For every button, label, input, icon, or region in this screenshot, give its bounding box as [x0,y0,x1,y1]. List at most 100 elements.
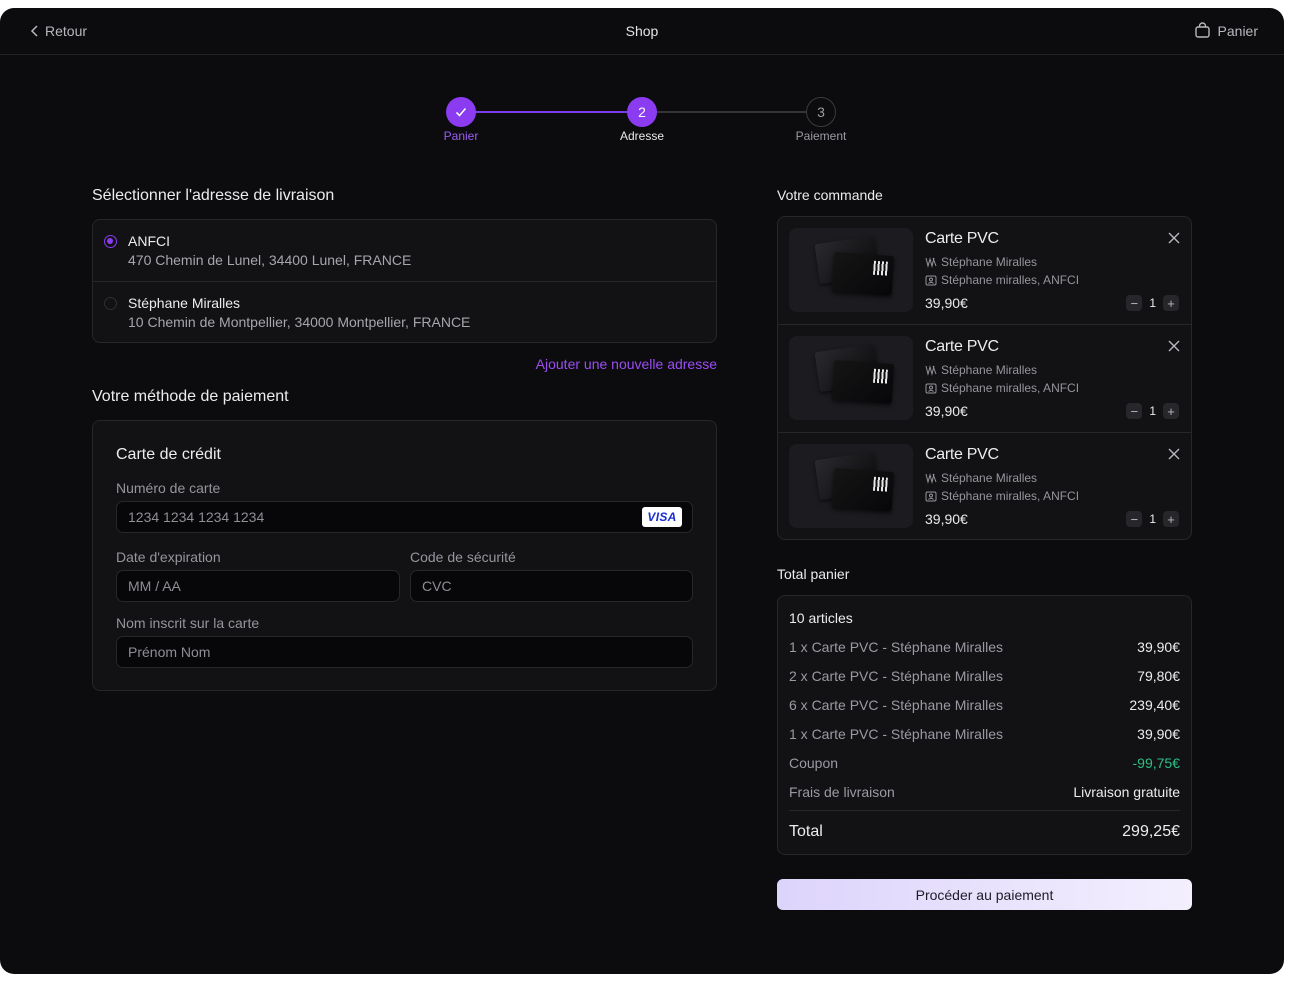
increase-quantity-button[interactable]: + [1163,403,1179,419]
card-number-input[interactable] [116,501,693,533]
grand-total-value: 299,25€ [1122,823,1180,840]
step-label: Panier [443,129,479,143]
item-company: Stéphane miralles, ANFCI [925,273,1079,287]
address-list: ANFCI 470 Chemin de Lunel, 34400 Lunel, … [92,219,717,343]
address-section-title: Sélectionner l'adresse de livraison [92,187,335,204]
cardholder-name-label: Nom inscrit sur la carte [116,615,260,631]
step-paiement[interactable]: 3 Paiement [761,97,881,143]
item-holder-name: Stéphane Miralles [941,471,1038,485]
qr-code-icon [872,368,888,384]
close-icon[interactable] [1167,447,1181,461]
order-item: Carte PVC Stéphane Miralles Stéphane mir… [778,433,1191,541]
total-line-value: 79,80€ [1137,668,1180,684]
grand-total-label: Total [789,823,823,840]
product-image [789,336,913,420]
item-company: Stéphane miralles, ANFCI [925,381,1079,395]
coupon-line: Coupon -99,75€ [789,755,1180,771]
step-number: 2 [627,97,657,127]
item-title: Carte PVC [925,446,999,463]
address-line: 10 Chemin de Montpellier, 34000 Montpell… [128,314,471,330]
card-number-label: Numéro de carte [116,480,221,496]
cvc-label: Code de sécurité [410,549,516,565]
decrease-quantity-button[interactable]: − [1126,295,1143,311]
qr-code-icon [872,476,888,492]
step-number: 3 [806,97,836,127]
item-holder: Stéphane Miralles [925,363,1037,377]
address-option[interactable]: ANFCI 470 Chemin de Lunel, 34400 Lunel, … [93,220,716,282]
cart-totals: 10 articles 1 x Carte PVC - Stéphane Mir… [777,595,1192,855]
item-price: 39,90€ [925,295,968,311]
totals-section-title: Total panier [777,566,850,582]
quantity-stepper: − 1 + [1126,403,1179,419]
checkout-stepper: Panier 2 Adresse 3 Paiement [400,97,884,157]
qr-code-icon [872,260,888,276]
item-holder-name: Stéphane Miralles [941,363,1038,377]
product-image [789,228,913,312]
cart-label: Panier [1217,22,1258,39]
card-form-title: Carte de crédit [116,446,221,463]
item-holder-name: Stéphane Miralles [941,255,1038,269]
total-line-label: 1 x Carte PVC - Stéphane Miralles [789,639,1003,655]
article-count: 10 articles [789,610,853,626]
address-radio-selected[interactable] [104,235,117,248]
coupon-value: -99,75€ [1132,755,1180,771]
expiry-label: Date d'expiration [116,549,221,565]
divider [789,810,1180,811]
card-front-visual [831,251,895,297]
app-window: Retour Shop Panier Panier 2 Adresse 3 Pa… [0,8,1284,974]
grand-total: Total 299,25€ [789,823,1180,841]
signature-icon [925,257,937,268]
address-name: ANFCI [128,233,170,249]
page-title: Shop [625,23,659,39]
step-adresse[interactable]: 2 Adresse [582,97,702,143]
close-icon[interactable] [1167,339,1181,353]
product-image [789,444,913,528]
shipping-line: Frais de livraison Livraison gratuite [789,784,1180,800]
increase-quantity-button[interactable]: + [1163,295,1179,311]
step-done-circle [446,97,476,127]
total-line: 2 x Carte PVC - Stéphane Miralles 79,80€ [789,668,1180,684]
shopping-bag-icon [1194,22,1210,38]
step-panier[interactable]: Panier [401,97,521,143]
total-line: 1 x Carte PVC - Stéphane Miralles 39,90€ [789,726,1180,742]
signature-icon [925,473,937,484]
item-company: Stéphane miralles, ANFCI [925,489,1079,503]
top-bar: Retour Shop Panier [0,8,1284,55]
expiry-input[interactable] [116,570,400,602]
total-line-label: 6 x Carte PVC - Stéphane Miralles [789,697,1003,713]
credit-card-form: Carte de crédit Numéro de carte VISA Dat… [92,420,717,691]
proceed-to-payment-button[interactable]: Procéder au paiement [777,879,1192,910]
order-item: Carte PVC Stéphane Miralles Stéphane mir… [778,325,1191,433]
item-title: Carte PVC [925,230,999,247]
id-badge-icon [925,275,937,286]
address-option[interactable]: Stéphane Miralles 10 Chemin de Montpelli… [93,282,716,344]
address-radio[interactable] [104,297,117,310]
decrease-quantity-button[interactable]: − [1126,403,1143,419]
close-icon[interactable] [1167,231,1181,245]
coupon-label: Coupon [789,755,839,771]
payment-section-title: Votre méthode de paiement [92,388,289,405]
decrease-quantity-button[interactable]: − [1126,511,1143,527]
quantity-value: 1 [1149,296,1156,310]
quantity-value: 1 [1149,512,1156,526]
step-label: Adresse [619,129,665,143]
add-address-link[interactable]: Ajouter une nouvelle adresse [536,356,717,372]
total-line: 1 x Carte PVC - Stéphane Miralles 39,90€ [789,639,1180,655]
total-line: 6 x Carte PVC - Stéphane Miralles 239,40… [789,697,1180,713]
item-title: Carte PVC [925,338,999,355]
card-front-visual [831,467,895,513]
quantity-stepper: − 1 + [1126,295,1179,311]
order-items-list: Carte PVC Stéphane Miralles Stéphane mir… [777,216,1192,540]
order-item: Carte PVC Stéphane Miralles Stéphane mir… [778,217,1191,325]
total-line-label: 1 x Carte PVC - Stéphane Miralles [789,726,1003,742]
shipping-value: Livraison gratuite [1073,784,1180,800]
increase-quantity-button[interactable]: + [1163,511,1179,527]
cardholder-name-input[interactable] [116,636,693,668]
cvc-input[interactable] [410,570,693,602]
total-line-value: 39,90€ [1137,726,1180,742]
cart-button[interactable]: Panier [1194,22,1258,39]
item-price: 39,90€ [925,511,968,527]
id-badge-icon [925,383,937,394]
item-holder: Stéphane Miralles [925,471,1037,485]
address-name: Stéphane Miralles [128,295,241,311]
